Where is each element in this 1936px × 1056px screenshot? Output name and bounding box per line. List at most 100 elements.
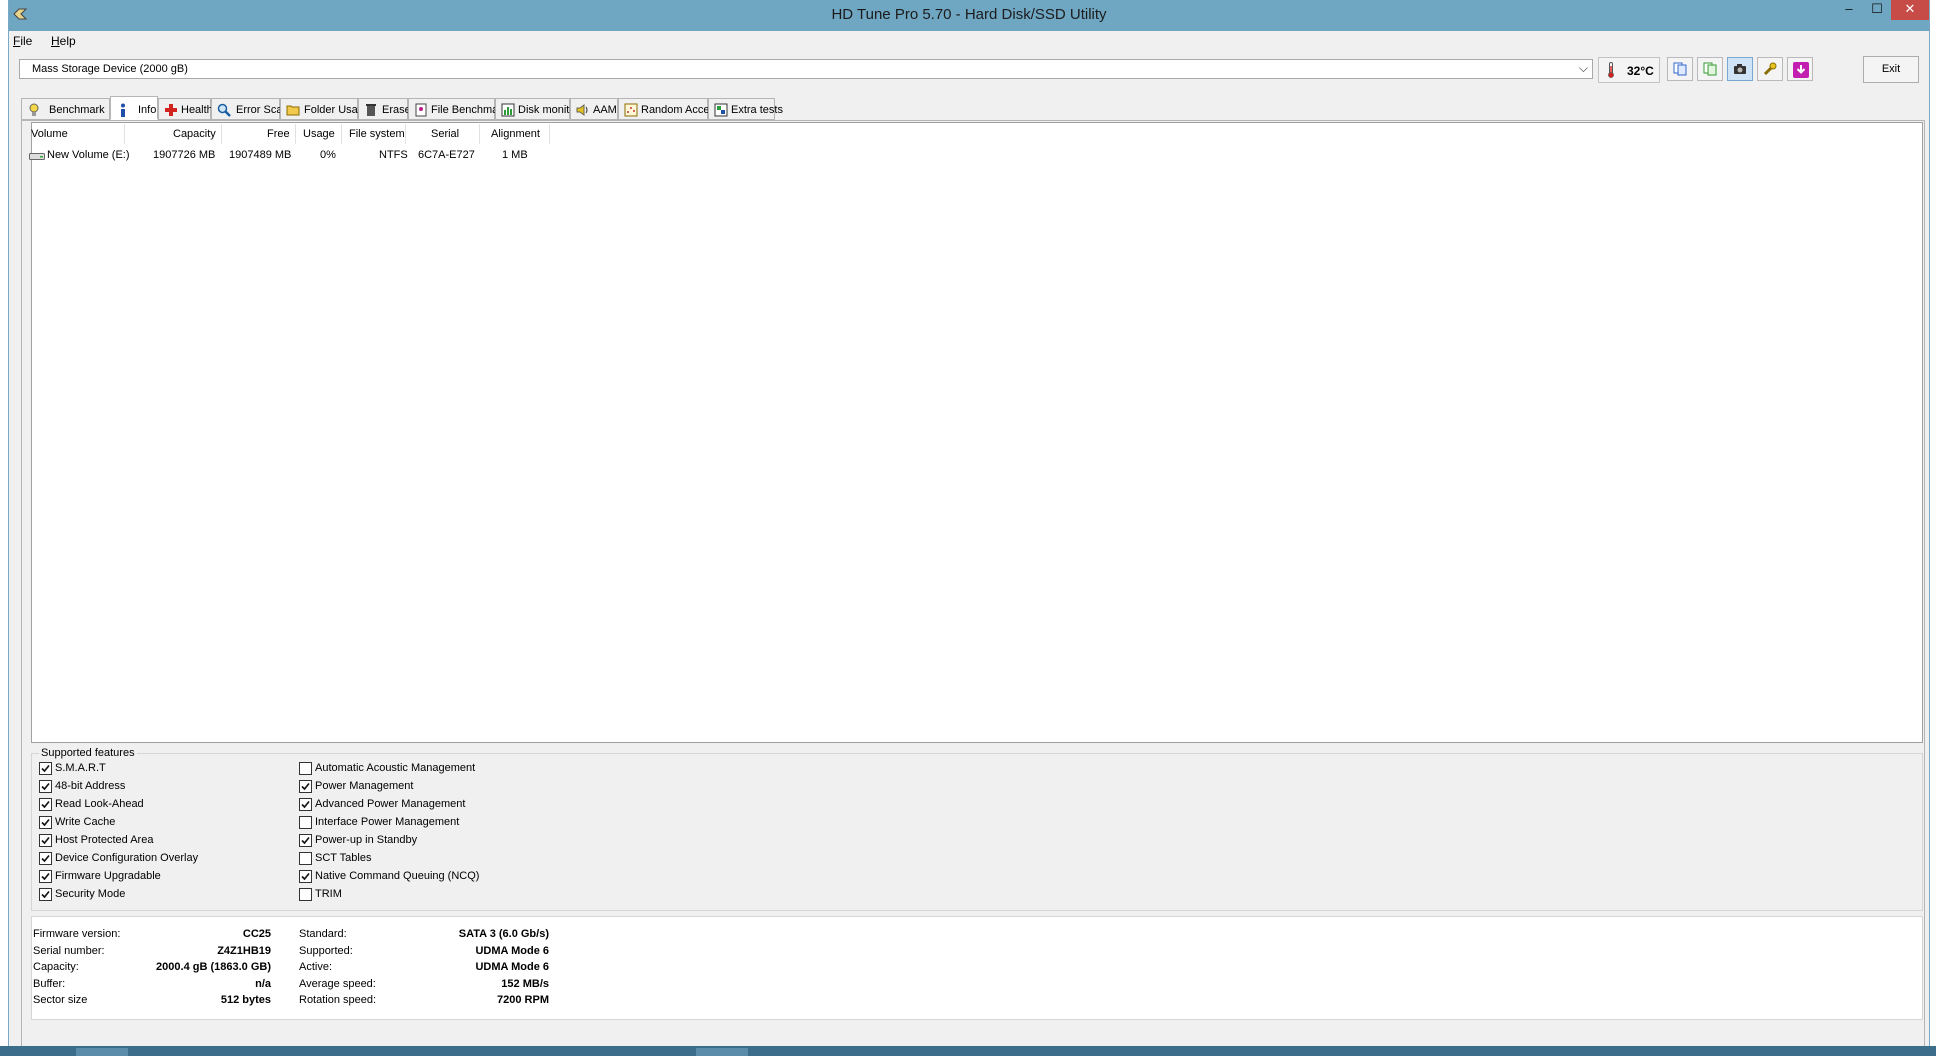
column-divider — [221, 124, 222, 144]
column-header-free[interactable]: Free — [267, 128, 290, 140]
tab-health[interactable]: Health — [158, 98, 213, 120]
tab-file-benchmark[interactable]: File Benchmark — [408, 98, 507, 120]
tab-erase[interactable]: Erase — [358, 98, 411, 120]
feature-label: Security Mode — [55, 888, 126, 900]
menu-help[interactable]: Help — [51, 34, 76, 48]
tab-info-label: Info — [138, 104, 157, 116]
tab-benchmark[interactable]: Benchmark — [21, 98, 110, 120]
feature-checkbox[interactable] — [299, 852, 312, 865]
feature-checkbox[interactable] — [299, 780, 312, 793]
feature-label: Host Protected Area — [55, 834, 154, 846]
feature-label: Interface Power Management — [315, 816, 460, 828]
feature-label: 48-bit Address — [55, 780, 126, 792]
menu-help-accel: H — [51, 34, 60, 48]
feature-checkbox[interactable] — [39, 798, 52, 811]
menu-file[interactable]: File — [13, 34, 32, 48]
column-divider — [479, 124, 480, 144]
taskbar-button[interactable] — [696, 1048, 748, 1056]
feature-checkbox[interactable] — [299, 762, 312, 775]
column-header-usage[interactable]: Usage — [303, 128, 335, 140]
tab-health-label: Health — [181, 104, 213, 116]
feature-label: Power Management — [315, 780, 414, 792]
tab-aam[interactable]: AAM — [570, 98, 618, 120]
volume-list[interactable] — [31, 122, 1923, 743]
thermometer-icon — [1608, 62, 1614, 78]
column-header-volume[interactable]: Volume — [31, 128, 68, 140]
temperature-display: 32°C — [1598, 57, 1660, 83]
feature-label: Read Look-Ahead — [55, 798, 144, 810]
info-label: Standard: — [299, 928, 347, 940]
health-cross-icon — [165, 104, 177, 116]
volume-name: New Volume (E:) — [47, 149, 130, 161]
feature-label: Device Configuration Overlay — [55, 852, 199, 864]
window-title: HD Tune Pro 5.70 - Hard Disk/SSD Utility — [831, 6, 1107, 23]
feature-checkbox[interactable] — [39, 870, 52, 883]
tab-error-scan[interactable]: Error Scan — [211, 98, 289, 120]
info-value: CC25 — [242, 928, 271, 940]
supported-features-title: Supported features — [39, 747, 137, 759]
feature-checkbox[interactable] — [299, 888, 312, 901]
maximize-button[interactable]: ☐ — [1863, 0, 1891, 20]
feature-checkbox[interactable] — [299, 870, 312, 883]
tab-random-access[interactable]: Random Access — [618, 98, 720, 120]
lightbulb-icon — [29, 103, 39, 116]
copy-text-button[interactable] — [1667, 57, 1693, 81]
column-divider — [405, 124, 406, 144]
volume-alignment: 1 MB — [502, 149, 528, 161]
feature-checkbox[interactable] — [39, 816, 52, 829]
column-header-alignment[interactable]: Alignment — [491, 128, 540, 140]
feature-label: S.M.A.R.T — [55, 762, 106, 774]
random-access-icon — [624, 103, 638, 117]
feature-checkbox[interactable] — [39, 852, 52, 865]
feature-checkbox[interactable] — [39, 888, 52, 901]
info-value: UDMA Mode 6 — [475, 944, 549, 957]
menu-help-label: elp — [59, 34, 76, 48]
info-value: SATA 3 (6.0 Gb/s) — [458, 928, 549, 940]
feature-label: Firmware Upgradable — [55, 870, 161, 882]
info-label: Rotation speed: — [299, 994, 377, 1006]
options-button[interactable] — [1757, 57, 1783, 81]
trash-icon — [366, 104, 376, 116]
tab-benchmark-label: Benchmark — [49, 104, 105, 116]
info-value: 512 bytes — [220, 994, 271, 1006]
column-header-serial[interactable]: Serial — [431, 128, 459, 140]
tab-info[interactable]: Info — [110, 96, 158, 120]
screenshot-button[interactable] — [1727, 57, 1753, 81]
file-benchmark-icon — [415, 103, 427, 117]
save-button[interactable] — [1787, 57, 1813, 81]
column-header-capacity[interactable]: Capacity — [173, 128, 216, 140]
info-label: Active: — [299, 961, 333, 973]
info-label: Buffer: — [33, 977, 66, 990]
device-dropdown[interactable]: Mass Storage Device (2000 gB) ⌵ — [19, 59, 1593, 79]
column-header-file-system[interactable]: File system — [349, 128, 405, 140]
copy-all-button[interactable] — [1697, 57, 1723, 81]
info-value: UDMA Mode 6 — [475, 961, 549, 973]
minimize-button[interactable]: – — [1835, 0, 1863, 20]
title-bar: HD Tune Pro 5.70 - Hard Disk/SSD Utility… — [9, 0, 1929, 31]
feature-checkbox[interactable] — [299, 798, 312, 811]
feature-checkbox[interactable] — [39, 762, 52, 775]
info-value: Z4Z1HB19 — [217, 944, 271, 957]
taskbar-button[interactable] — [76, 1048, 128, 1056]
volume-file-system: NTFS — [379, 149, 408, 161]
volume-capacity: 1907726 MB — [153, 149, 216, 161]
tab-folder-usage[interactable]: Folder Usage — [280, 98, 370, 120]
speaker-icon — [576, 104, 588, 116]
tab-extra-tests[interactable]: Extra tests — [708, 98, 783, 120]
info-label: Supported: — [299, 944, 353, 957]
info-label: Sector size — [33, 994, 88, 1006]
feature-checkbox[interactable] — [39, 834, 52, 847]
exit-button[interactable]: Exit — [1863, 56, 1919, 83]
magnifier-icon — [217, 103, 231, 117]
tab-disk-monitor[interactable]: Disk monitor — [495, 98, 579, 120]
feature-checkbox[interactable] — [299, 834, 312, 847]
copy-all-icon — [1703, 62, 1717, 76]
feature-checkbox[interactable] — [39, 780, 52, 793]
feature-checkbox[interactable] — [299, 816, 312, 829]
taskbar — [0, 1046, 1936, 1056]
feature-label: Advanced Power Management — [315, 798, 466, 810]
folder-icon — [286, 105, 300, 116]
close-button[interactable]: ✕ — [1891, 0, 1929, 20]
info-icon — [121, 103, 125, 117]
menu-file-label: ile — [20, 34, 33, 48]
